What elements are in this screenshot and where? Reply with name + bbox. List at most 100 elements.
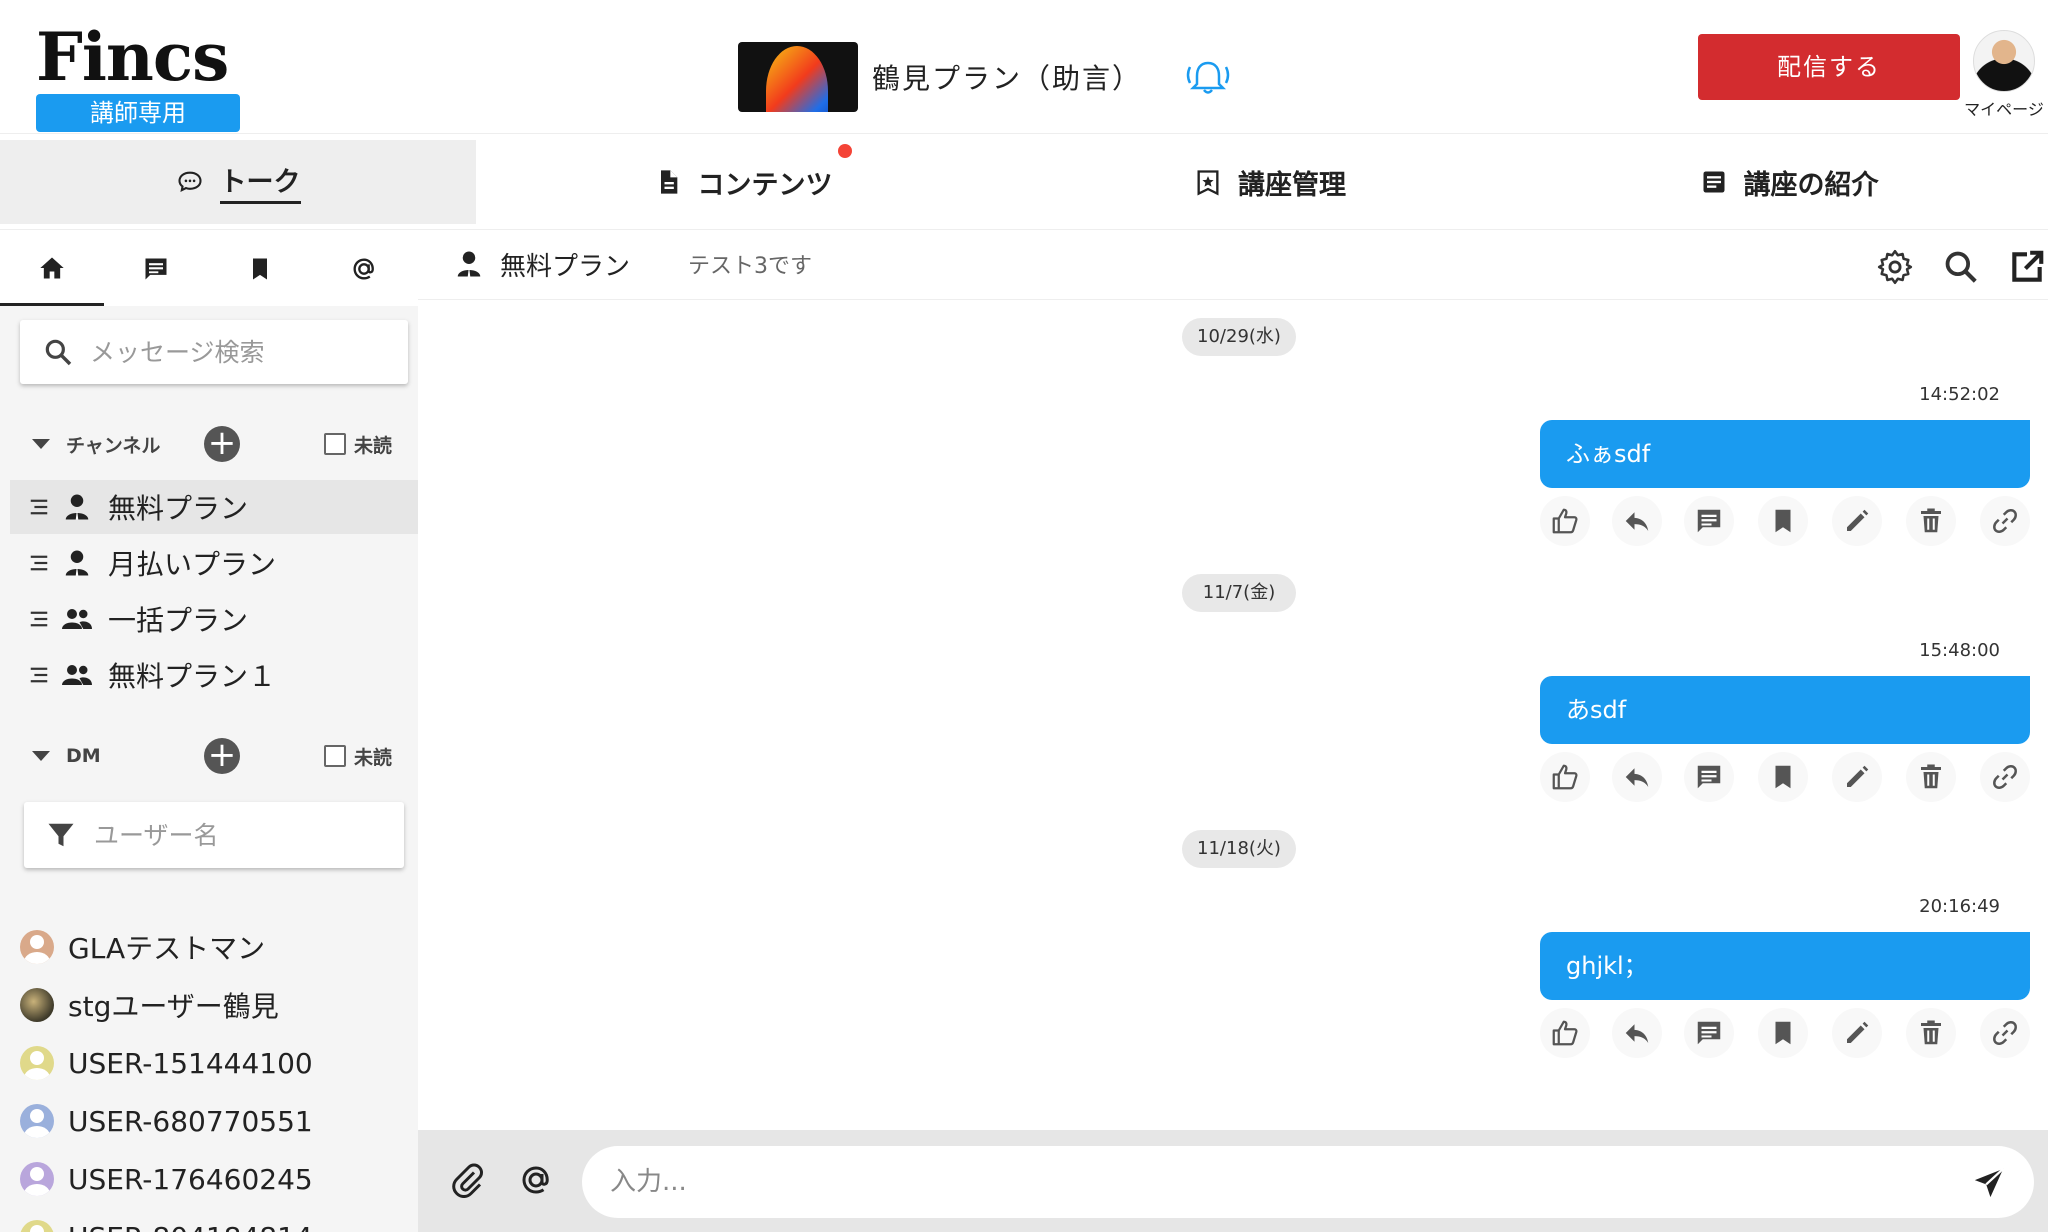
- bookmark-button[interactable]: [1758, 496, 1808, 546]
- course-selector[interactable]: 鶴見プラン（助言）: [738, 42, 1234, 112]
- edit-button[interactable]: [1832, 752, 1882, 802]
- like-button[interactable]: [1540, 752, 1590, 802]
- drag-handle-icon[interactable]: [28, 496, 50, 518]
- message-bubble[interactable]: あsdf: [1540, 676, 2030, 744]
- open-external-icon[interactable]: [2008, 248, 2046, 286]
- unread-checkbox[interactable]: [323, 745, 346, 767]
- home-icon: [40, 257, 64, 278]
- gear-icon[interactable]: [1876, 248, 1914, 286]
- chat-area: 無料プラン テスト3です 10/29(水) 14:52:02 ふぁsdf 11/…: [418, 232, 2048, 1232]
- article-icon: [1703, 171, 1724, 193]
- dm-user-item[interactable]: USER-176460245: [20, 1154, 418, 1204]
- copy-link-button[interactable]: [1980, 752, 2030, 802]
- delete-button[interactable]: [1906, 496, 1956, 546]
- tab-course-management[interactable]: 講座管理: [1010, 140, 1530, 224]
- drag-handle-icon[interactable]: [28, 552, 50, 574]
- unread-checkbox[interactable]: [323, 433, 346, 455]
- link-icon: [1993, 1021, 2017, 1045]
- bell-ringing-icon[interactable]: [1182, 57, 1234, 97]
- user-filter[interactable]: [24, 802, 404, 868]
- drag-handle-icon[interactable]: [28, 608, 50, 630]
- logo[interactable]: Fincs 講師専用: [36, 24, 242, 132]
- reply-button[interactable]: [1612, 496, 1662, 546]
- message-input[interactable]: [610, 1160, 1910, 1204]
- dm-user-name: GLAテストマン: [68, 932, 266, 965]
- pencil-icon: [1847, 765, 1869, 787]
- reply-button[interactable]: [1612, 752, 1662, 802]
- message-search[interactable]: [20, 320, 408, 384]
- person-icon: [65, 550, 89, 576]
- tab-talk[interactable]: トーク: [0, 140, 476, 224]
- avatar: [20, 1220, 54, 1232]
- add-dm-button[interactable]: +: [204, 738, 240, 774]
- add-channel-button[interactable]: +: [204, 426, 240, 462]
- send-icon[interactable]: [1972, 1166, 2006, 1200]
- user-filter-input[interactable]: [94, 820, 394, 850]
- dm-user-name: USER-680770551: [68, 1104, 313, 1138]
- search-icon[interactable]: [1942, 248, 1980, 286]
- comment-button[interactable]: [1684, 1008, 1734, 1058]
- deliver-button[interactable]: 配信する: [1698, 34, 1960, 100]
- person-icon: [457, 251, 481, 277]
- comment-button[interactable]: [1684, 496, 1734, 546]
- like-button[interactable]: [1540, 496, 1590, 546]
- edit-button[interactable]: [1832, 496, 1882, 546]
- channel-item[interactable]: 一括プラン: [10, 592, 418, 646]
- copy-link-button[interactable]: [1980, 496, 2030, 546]
- tab-course-intro[interactable]: 講座の紹介: [1530, 140, 2048, 224]
- tab-messages[interactable]: [104, 232, 208, 306]
- bookmark-button[interactable]: [1758, 1008, 1808, 1058]
- dm-user-name: USER-804184814: [68, 1221, 313, 1232]
- comment-icon: [1697, 765, 1721, 789]
- message-search-input[interactable]: [90, 337, 390, 367]
- copy-link-button[interactable]: [1980, 1008, 2030, 1058]
- group-icon: [62, 665, 92, 685]
- message-icon: [145, 258, 167, 280]
- bookmark-button[interactable]: [1758, 752, 1808, 802]
- channel-unread-filter[interactable]: 未読: [323, 431, 392, 458]
- message-bubble[interactable]: ghjkl；: [1540, 932, 2030, 1000]
- dm-user-item[interactable]: GLAテストマン: [20, 922, 418, 972]
- edit-button[interactable]: [1832, 1008, 1882, 1058]
- collapse-caret-icon[interactable]: [32, 751, 50, 761]
- like-button[interactable]: [1540, 1008, 1590, 1058]
- message-composer: [418, 1130, 2048, 1232]
- tab-bookmarks[interactable]: [208, 232, 312, 306]
- paperclip-icon[interactable]: [450, 1162, 486, 1198]
- delete-button[interactable]: [1906, 1008, 1956, 1058]
- bookmark-icon: [1775, 1021, 1791, 1045]
- mypage-link[interactable]: マイページ: [1960, 30, 2048, 120]
- collapse-caret-icon[interactable]: [32, 439, 50, 449]
- group-icon: [62, 609, 92, 629]
- at-icon[interactable]: [518, 1162, 554, 1198]
- tab-talk-label: トーク: [219, 160, 301, 204]
- tab-mentions[interactable]: [312, 232, 416, 306]
- message-timestamp: 14:52:02: [1919, 384, 2000, 405]
- drag-handle-icon[interactable]: [28, 664, 50, 686]
- tab-contents[interactable]: コンテンツ: [476, 140, 1010, 224]
- tab-home[interactable]: [0, 232, 104, 306]
- dm-user-item[interactable]: USER-151444100: [20, 1038, 418, 1088]
- tab-contents-label: コンテンツ: [697, 169, 833, 201]
- course-thumbnail: [738, 42, 858, 112]
- reply-button[interactable]: [1612, 1008, 1662, 1058]
- channel-item[interactable]: 無料プラン１: [10, 648, 418, 702]
- avatar: [20, 1162, 54, 1196]
- dm-user-item[interactable]: USER-680770551: [20, 1096, 418, 1146]
- channel-section-header: チャンネル + 未読: [32, 424, 392, 464]
- dm-user-item[interactable]: USER-804184814: [20, 1212, 418, 1232]
- channel-item[interactable]: 無料プラン: [10, 480, 418, 534]
- bookmark-icon: [253, 258, 267, 280]
- channel-name: 無料プラン１: [108, 660, 277, 693]
- dm-unread-filter[interactable]: 未読: [323, 743, 392, 770]
- comment-button[interactable]: [1684, 752, 1734, 802]
- avatar: [20, 930, 54, 964]
- dm-user-item[interactable]: stgユーザー鶴見: [20, 980, 418, 1030]
- chat-header: 無料プラン テスト3です: [418, 232, 2048, 300]
- message-bubble[interactable]: ふぁsdf: [1540, 420, 2030, 488]
- instructor-badge: 講師専用: [36, 94, 240, 132]
- thumbs-up-icon: [1552, 764, 1578, 790]
- sidebar: チャンネル + 未読 無料プラン 月払いプラン 一括プラン 無料プラン１: [0, 232, 418, 1232]
- channel-item[interactable]: 月払いプラン: [10, 536, 418, 590]
- delete-button[interactable]: [1906, 752, 1956, 802]
